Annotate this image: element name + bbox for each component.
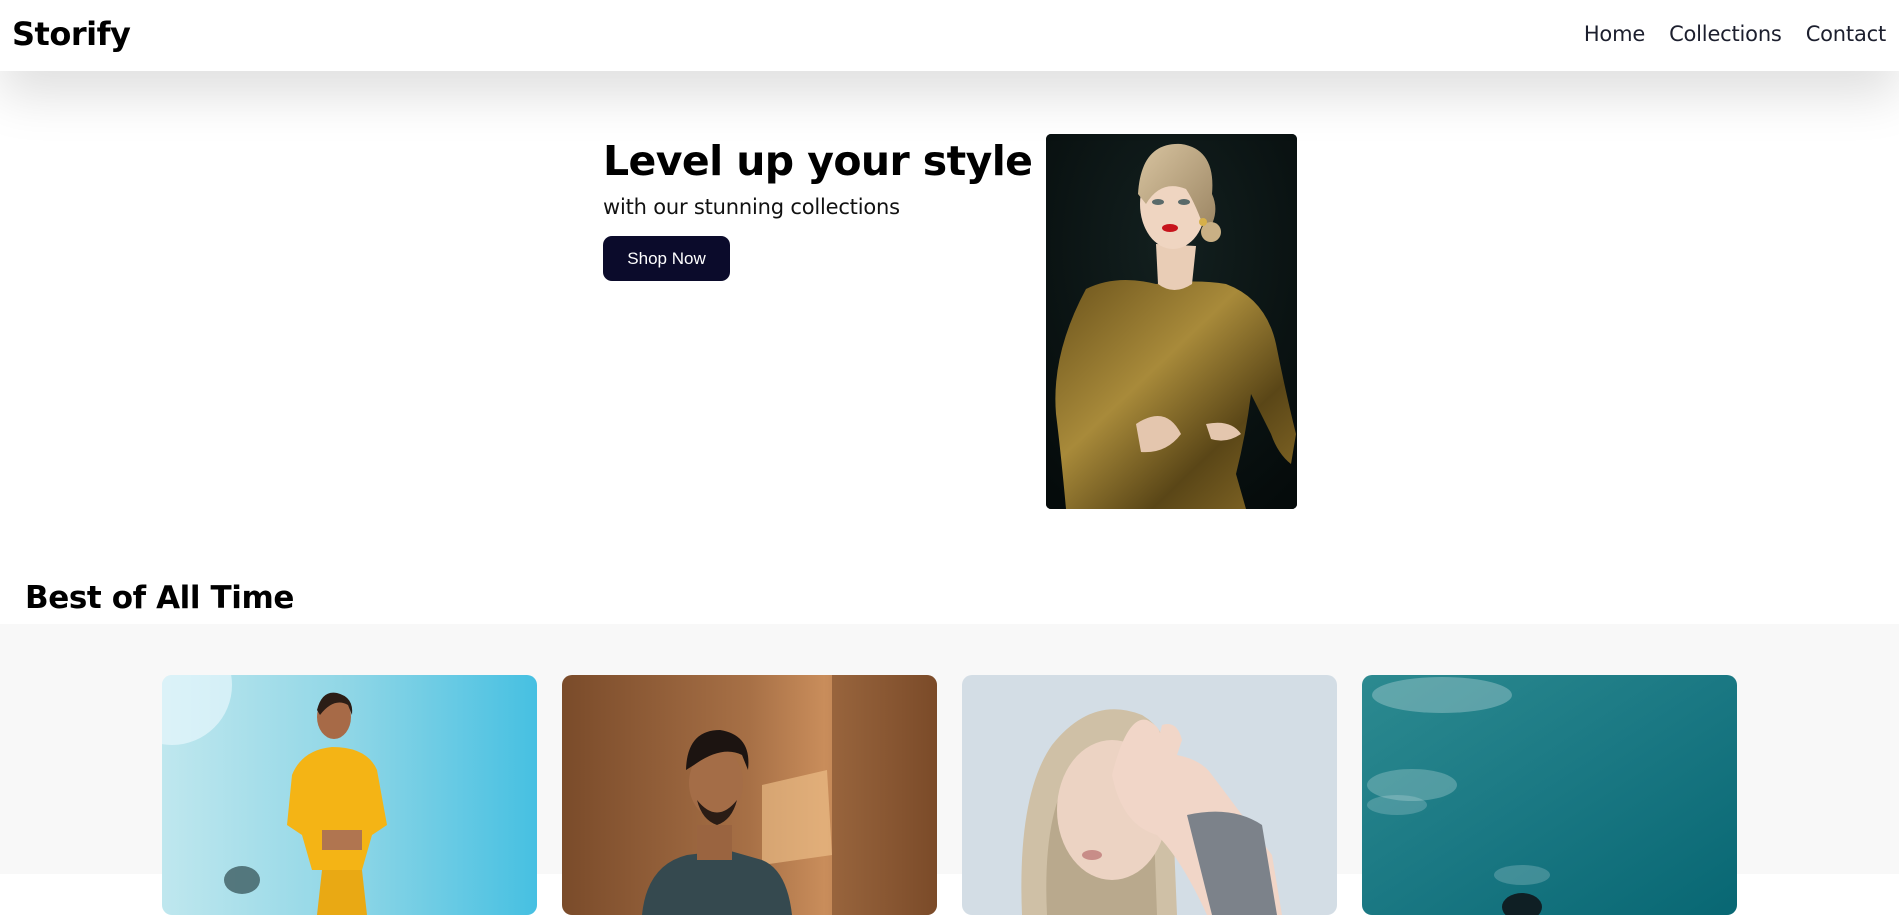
nav-link-home[interactable]: Home [1584,22,1645,46]
brand-logo[interactable]: Storify [12,15,131,53]
nav-link-collections[interactable]: Collections [1669,22,1782,46]
best-of-all-time-gallery [0,624,1899,915]
hero-title: Level up your style [603,137,1033,185]
product-card[interactable] [962,675,1337,915]
product-card[interactable] [1362,675,1737,915]
product-card[interactable] [162,675,537,915]
nav-links: Home Collections Contact [1584,22,1886,46]
hero-subtitle: with our stunning collections [603,195,900,219]
hero-image [1046,134,1297,509]
nav-link-contact[interactable]: Contact [1806,22,1887,46]
navbar: Storify Home Collections Contact [0,0,1899,71]
shop-now-button[interactable]: Shop Now [603,236,730,281]
section-title-best-of-all-time: Best of All Time [25,580,295,616]
product-card[interactable] [562,675,937,915]
